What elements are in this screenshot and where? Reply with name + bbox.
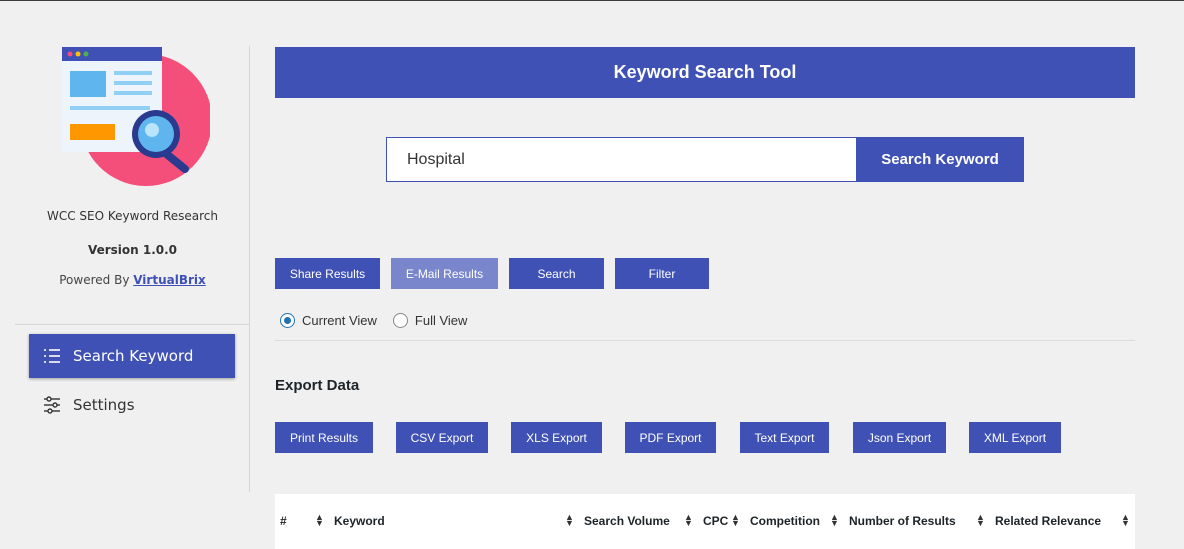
search-button[interactable]: Search	[509, 258, 604, 289]
view-toggle: Current View Full View	[280, 313, 483, 328]
sort-icon[interactable]: ▲ ▼	[731, 513, 740, 528]
sliders-icon	[43, 396, 61, 414]
current-view-label[interactable]: Current View	[302, 313, 377, 328]
current-view-radio[interactable]	[280, 313, 295, 328]
sort-icon[interactable]: ▲ ▼	[315, 513, 324, 528]
csv-export-button[interactable]: CSV Export	[396, 422, 488, 453]
sidebar: WCC SEO Keyword Research Version 1.0.0 P…	[15, 1, 250, 493]
virtualbrix-link[interactable]: VirtualBrix	[133, 273, 206, 287]
text-export-button[interactable]: Text Export	[740, 422, 829, 453]
filter-button[interactable]: Filter	[615, 258, 709, 289]
sort-icon[interactable]: ▲ ▼	[684, 513, 693, 528]
list-icon	[43, 347, 61, 365]
json-export-button[interactable]: Json Export	[853, 422, 946, 453]
sort-icon[interactable]: ▲ ▼	[976, 513, 985, 528]
sidebar-item-label: Search Keyword	[73, 347, 194, 365]
column-header-keyword[interactable]: Keyword	[334, 514, 385, 528]
keyword-search-input[interactable]	[386, 137, 857, 182]
print-results-button[interactable]: Print Results	[275, 422, 373, 453]
full-view-label[interactable]: Full View	[415, 313, 468, 328]
sidebar-vertical-divider	[249, 46, 250, 492]
column-header-search-volume[interactable]: Search Volume	[584, 514, 670, 528]
sort-icon[interactable]: ▲ ▼	[565, 513, 574, 528]
page-title: Keyword Search Tool	[275, 47, 1135, 98]
email-results-button[interactable]: E-Mail Results	[391, 258, 498, 289]
results-table-header: # ▲ ▼ Keyword ▲ ▼ Search Volume ▲ ▼ CPC ▲ ▼ …	[275, 494, 1135, 549]
column-header-cpc[interactable]: CPC	[703, 514, 728, 528]
sidebar-item-label: Settings	[73, 396, 135, 414]
powered-by: Powered By VirtualBrix	[15, 273, 250, 287]
xml-export-button[interactable]: XML Export	[969, 422, 1061, 453]
sort-icon[interactable]: ▲ ▼	[830, 513, 839, 528]
export-data-heading: Export Data	[275, 377, 360, 394]
full-view-radio[interactable]	[392, 313, 408, 328]
app-logo	[60, 44, 212, 194]
xls-export-button[interactable]: XLS Export	[511, 422, 602, 453]
sort-icon[interactable]: ▲ ▼	[1121, 513, 1130, 528]
section-divider	[275, 340, 1135, 341]
app-name: WCC SEO Keyword Research	[46, 209, 218, 223]
powered-by-prefix: Powered By	[59, 273, 134, 287]
column-header-related-relevance[interactable]: Related Relevance	[995, 514, 1101, 528]
column-header-number-of-results[interactable]: Number of Results	[849, 514, 956, 528]
sidebar-item-settings[interactable]: Settings	[29, 383, 235, 427]
app-version: Version 1.0.0	[87, 243, 178, 257]
sidebar-item-search-keyword[interactable]: Search Keyword	[29, 334, 235, 378]
share-results-button[interactable]: Share Results	[275, 258, 380, 289]
pdf-export-button[interactable]: PDF Export	[625, 422, 716, 453]
sidebar-divider	[15, 324, 249, 325]
column-header-index[interactable]: #	[280, 514, 287, 528]
column-header-competition[interactable]: Competition	[750, 514, 820, 528]
search-keyword-button[interactable]: Search Keyword	[856, 137, 1024, 182]
